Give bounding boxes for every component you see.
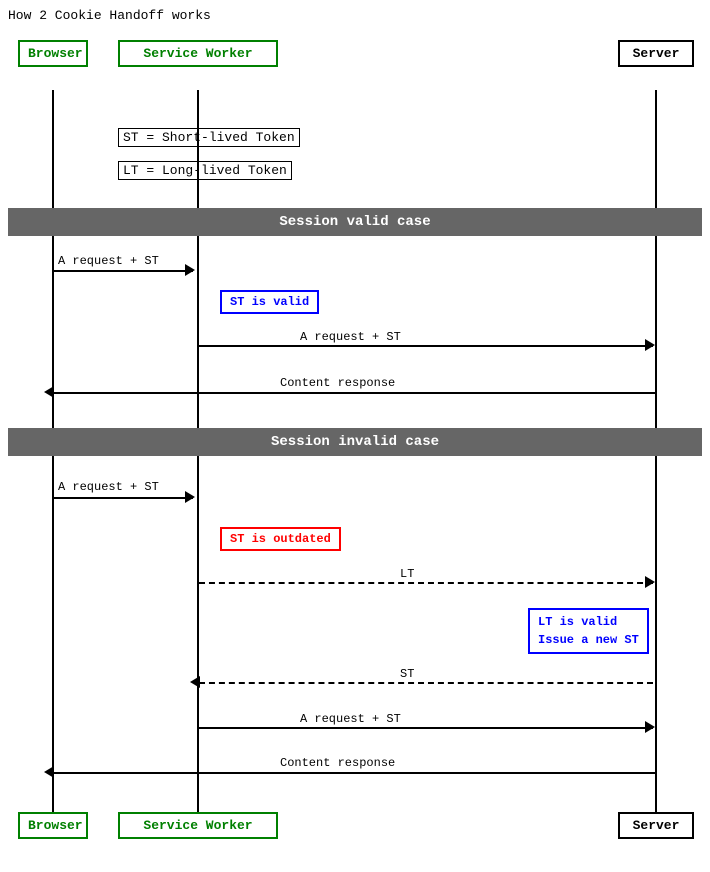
arrow-req2-head: [645, 339, 655, 351]
arrow-st-head: [190, 676, 200, 688]
arrow-resp2-head: [44, 766, 54, 778]
st-outdated-note: ST is outdated: [220, 527, 341, 551]
diagram: How 2 Cookie Handoff works Browser Servi…: [0, 0, 710, 872]
arrow-req4-label: A request + ST: [300, 712, 401, 726]
browser-top: Browser: [18, 40, 88, 67]
arrow-lt-line: [199, 582, 653, 584]
st-valid-note: ST is valid: [220, 290, 319, 314]
arrow-req2-line: [199, 345, 653, 347]
arrow-req1-label: A request + ST: [58, 254, 159, 268]
arrow-req3-label: A request + ST: [58, 480, 159, 494]
arrow-req4-line: [199, 727, 653, 729]
arrow-lt-label: LT: [400, 567, 414, 581]
arrow-req4-head: [645, 721, 655, 733]
arrow-req3-head: [185, 491, 195, 503]
server-bottom: Server: [618, 812, 694, 839]
browser-bottom: Browser: [18, 812, 88, 839]
session-valid-header: Session valid case: [8, 208, 702, 236]
arrow-resp2-label: Content response: [280, 756, 395, 770]
arrow-resp1-head: [44, 386, 54, 398]
arrow-req1-head: [185, 264, 195, 276]
service-worker-top: Service Worker: [118, 40, 278, 67]
arrow-resp2-line: [53, 772, 655, 774]
arrow-resp1-line: [53, 392, 655, 394]
lt-valid-note: LT is valid Issue a new ST: [528, 608, 649, 654]
arrow-req2-label: A request + ST: [300, 330, 401, 344]
server-top: Server: [618, 40, 694, 67]
service-worker-bottom: Service Worker: [118, 812, 278, 839]
arrow-st-line: [199, 682, 653, 684]
arrow-lt-head: [645, 576, 655, 588]
diagram-title: How 2 Cookie Handoff works: [8, 8, 211, 23]
st-definition: ST = Short-lived Token: [118, 130, 300, 145]
arrow-req1-line: [53, 270, 193, 272]
session-invalid-header: Session invalid case: [8, 428, 702, 456]
arrow-req3-line: [53, 497, 193, 499]
arrow-st-label: ST: [400, 667, 414, 681]
lt-definition: LT = Long-lived Token: [118, 163, 292, 178]
arrow-resp1-label: Content response: [280, 376, 395, 390]
